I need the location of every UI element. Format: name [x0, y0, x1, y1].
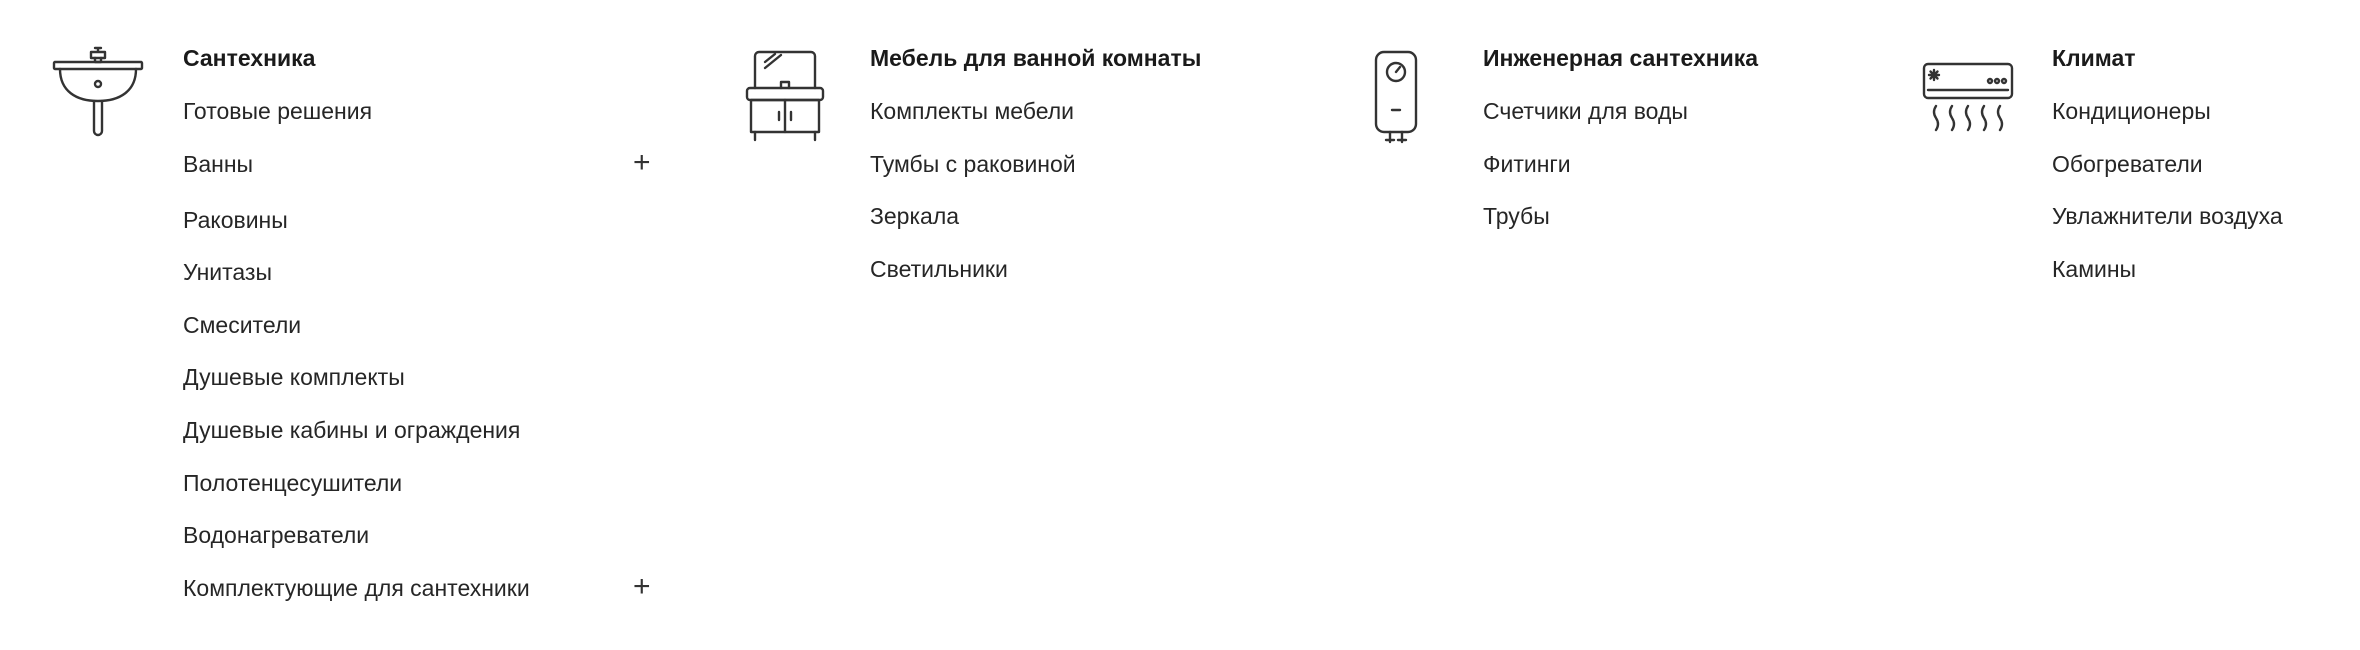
expand-plus-icon[interactable]: + [633, 147, 651, 177]
menu-item-plumbing-components[interactable]: Комплектующие для сантехники + [183, 571, 651, 627]
category-title-plumbing[interactable]: Сантехника [183, 44, 315, 72]
category-title-engineering-plumbing[interactable]: Инженерная сантехника [1483, 44, 1758, 72]
menu-item-heaters[interactable]: Обогреватели [2052, 150, 2283, 203]
menu-item-bathtubs[interactable]: Ванны + [183, 147, 651, 206]
menu-item-vanity-units[interactable]: Тумбы с раковиной [870, 150, 1076, 203]
category-title-bathroom-furniture[interactable]: Мебель для ванной комнаты [870, 44, 1201, 72]
menu-item-label: Ванны [183, 150, 254, 177]
expand-plus-icon[interactable]: + [633, 571, 651, 601]
water-heater-icon [1346, 48, 1446, 148]
menu-item-humidifiers[interactable]: Увлажнители воздуха [2052, 202, 2283, 255]
menu-item-sinks[interactable]: Раковины [183, 206, 530, 259]
menu-item-shower-sets[interactable]: Душевые комплекты [183, 363, 530, 416]
sink-icon [48, 44, 148, 144]
menu-item-lamps[interactable]: Светильники [870, 255, 1076, 308]
menu-item-label: Комплектующие для сантехники [183, 574, 530, 601]
category-list-bathroom-furniture: Комплекты мебели Тумбы с раковиной Зерка… [870, 97, 1076, 307]
menu-item-fireplaces[interactable]: Камины [2052, 255, 2283, 308]
menu-item-pipes[interactable]: Трубы [1483, 202, 1688, 255]
menu-item-shower-cabins[interactable]: Душевые кабины и ограждения [183, 416, 530, 469]
menu-item-air-conditioners[interactable]: Кондиционеры [2052, 97, 2283, 150]
menu-item-water-meters[interactable]: Счетчики для воды [1483, 97, 1688, 150]
menu-item-water-heaters[interactable]: Водонагреватели [183, 521, 530, 574]
catalog-mega-menu: Сантехника Готовые решения Ванны + Раков… [0, 0, 2360, 650]
category-title-climate[interactable]: Климат [2052, 44, 2136, 72]
air-conditioner-icon [1918, 50, 2018, 150]
menu-item-ready-solutions[interactable]: Готовые решения [183, 97, 530, 150]
category-list-plumbing: Готовые решения Ванны + Раковины Унитазы… [183, 97, 651, 627]
category-list-climate: Кондиционеры Обогреватели Увлажнители во… [2052, 97, 2283, 307]
menu-item-mirrors[interactable]: Зеркала [870, 202, 1076, 255]
menu-item-toilets[interactable]: Унитазы [183, 258, 530, 311]
menu-item-towel-warmers[interactable]: Полотенцесушители [183, 469, 530, 522]
menu-item-faucets[interactable]: Смесители [183, 311, 530, 364]
menu-item-fittings[interactable]: Фитинги [1483, 150, 1688, 203]
bathroom-vanity-icon [735, 48, 835, 148]
category-list-engineering-plumbing: Счетчики для воды Фитинги Трубы [1483, 97, 1688, 255]
menu-item-furniture-sets[interactable]: Комплекты мебели [870, 97, 1076, 150]
